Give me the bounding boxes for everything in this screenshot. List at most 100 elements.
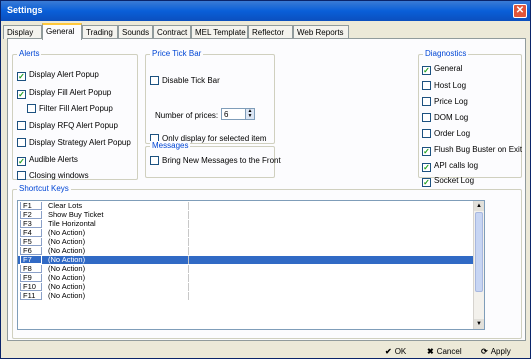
closing-windows-checkbox[interactable]: Closing windows bbox=[17, 170, 89, 182]
scroll-down-icon[interactable]: ▼ bbox=[474, 319, 484, 329]
shortcut-key-cell: F10 bbox=[20, 283, 42, 291]
bring-new-messages-front-checkbox[interactable]: Bring New Messages to the Front bbox=[150, 155, 281, 167]
diag-order-log-checkbox[interactable]: Order Log bbox=[422, 128, 470, 140]
shortcut-action-cell: (No Action) bbox=[46, 238, 189, 246]
shortcut-action-cell: Show Buy Ticket bbox=[46, 211, 189, 219]
checkbox-label: Order Log bbox=[434, 129, 471, 138]
shortcut-keys-group: Shortcut Keys F1 Clear Lots F2 Show Buy Ti… bbox=[12, 184, 522, 339]
tab-display[interactable]: Display bbox=[3, 25, 42, 39]
shortcut-key-cell: F6 bbox=[20, 247, 42, 255]
messages-group: Messages Bring New Messages to the Front bbox=[145, 141, 281, 178]
diag-socket-log-checkbox[interactable]: ✓ Socket Log bbox=[422, 175, 474, 187]
shortcut-action-cell: Tile Horizontal bbox=[46, 220, 189, 228]
diag-flush-bug-buster-checkbox[interactable]: ✓ Flush Bug Buster on Exit bbox=[422, 144, 522, 156]
messages-legend: Messages bbox=[150, 141, 191, 150]
scroll-up-icon[interactable]: ▲ bbox=[474, 201, 484, 211]
shortcut-action-cell: (No Action) bbox=[46, 265, 189, 273]
shortcut-action-cell: (No Action) bbox=[46, 283, 189, 291]
vertical-scrollbar[interactable]: ▲ ▼ bbox=[473, 201, 484, 329]
general-tab-panel: Alerts ✓ Display Alert Popup ✓ Display Fil… bbox=[7, 38, 526, 341]
ok-button[interactable]: ✔ OK bbox=[385, 346, 406, 358]
table-row[interactable]: F1 Clear Lots bbox=[18, 202, 483, 210]
checkbox-icon bbox=[422, 81, 431, 90]
checkbox-checked-icon: ✓ bbox=[422, 147, 431, 156]
display-fill-alert-popup-checkbox[interactable]: ✓ Display Fill Alert Popup bbox=[17, 87, 111, 99]
diag-general-checkbox[interactable]: ✓ General bbox=[422, 63, 462, 75]
checkbox-label: Display Strategy Alert Popup bbox=[29, 138, 131, 147]
checkbox-label: DOM Log bbox=[434, 113, 469, 122]
tab-contract[interactable]: Contract bbox=[153, 25, 191, 39]
audible-alerts-checkbox[interactable]: ✓ Audible Alerts bbox=[17, 154, 78, 166]
checkbox-icon bbox=[422, 113, 431, 122]
title-bar[interactable]: Settings ✕ bbox=[1, 1, 530, 21]
checkbox-label: General bbox=[434, 64, 463, 73]
checkbox-label: Filter Fill Alert Popup bbox=[39, 104, 113, 113]
shortcut-action-cell: (No Action) bbox=[46, 256, 189, 264]
shortcut-key-cell: F5 bbox=[20, 238, 42, 246]
table-row[interactable]: F6 (No Action) bbox=[18, 247, 483, 255]
display-strategy-alert-popup-checkbox[interactable]: Display Strategy Alert Popup bbox=[17, 137, 131, 149]
display-alert-popup-checkbox[interactable]: ✓ Display Alert Popup bbox=[17, 69, 99, 81]
table-row-selected[interactable]: F7 (No Action) bbox=[18, 256, 483, 264]
checkbox-label: Socket Log bbox=[434, 176, 475, 185]
checkbox-icon bbox=[17, 171, 26, 180]
table-row[interactable]: F4 (No Action) bbox=[18, 229, 483, 237]
alerts-legend: Alerts bbox=[17, 49, 42, 58]
diag-dom-log-checkbox[interactable]: DOM Log bbox=[422, 112, 468, 124]
alerts-group: Alerts ✓ Display Alert Popup ✓ Display Fil… bbox=[12, 49, 138, 182]
number-of-prices-stepper[interactable]: 6 ▲ ▼ bbox=[221, 108, 255, 120]
diag-api-calls-log-checkbox[interactable]: ✓ API calls log bbox=[422, 160, 478, 172]
checkbox-label: Closing windows bbox=[29, 171, 89, 180]
filter-fill-alert-popup-checkbox[interactable]: Filter Fill Alert Popup bbox=[27, 103, 113, 115]
checkbox-icon bbox=[17, 138, 26, 147]
shortcut-action-cell: (No Action) bbox=[46, 292, 189, 300]
diag-host-log-checkbox[interactable]: Host Log bbox=[422, 80, 466, 92]
diag-price-log-checkbox[interactable]: Price Log bbox=[422, 96, 468, 108]
shortcut-action-cell: (No Action) bbox=[46, 229, 189, 237]
apply-button[interactable]: ⟳ Apply bbox=[481, 346, 511, 358]
shortcut-key-cell: F4 bbox=[20, 229, 42, 237]
cancel-label: Cancel bbox=[436, 347, 462, 356]
shortcut-key-cell: F2 bbox=[20, 211, 42, 219]
disable-tick-bar-checkbox[interactable]: Disable Tick Bar bbox=[150, 75, 220, 87]
shortcut-keys-legend: Shortcut Keys bbox=[17, 184, 71, 193]
table-row[interactable]: F9 (No Action) bbox=[18, 274, 483, 282]
table-row[interactable]: F8 (No Action) bbox=[18, 265, 483, 273]
scroll-thumb[interactable] bbox=[475, 212, 483, 292]
table-row[interactable]: F11 (No Action) bbox=[18, 292, 483, 300]
shortcut-key-cell: F11 bbox=[20, 292, 42, 300]
checkbox-icon bbox=[150, 76, 159, 85]
table-row[interactable]: F10 (No Action) bbox=[18, 283, 483, 291]
settings-window: Settings ✕ Display General Trading Sound… bbox=[0, 0, 531, 359]
spin-down-icon[interactable]: ▼ bbox=[245, 114, 254, 119]
display-rfq-alert-popup-checkbox[interactable]: Display RFQ Alert Popup bbox=[17, 120, 118, 132]
checkbox-checked-icon: ✓ bbox=[422, 66, 431, 75]
checkbox-icon bbox=[422, 97, 431, 106]
checkbox-checked-icon: ✓ bbox=[17, 72, 26, 81]
shortcut-key-cell: F1 bbox=[20, 202, 42, 210]
shortcut-key-cell: F3 bbox=[20, 220, 42, 228]
checkbox-label: API calls log bbox=[434, 161, 479, 170]
tab-mel-template[interactable]: MEL Template bbox=[191, 25, 248, 39]
checkbox-label: Audible Alerts bbox=[29, 155, 78, 164]
tab-trading[interactable]: Trading bbox=[82, 25, 118, 39]
table-row[interactable]: F2 Show Buy Ticket bbox=[18, 211, 483, 219]
checkbox-label: Host Log bbox=[434, 81, 467, 90]
checkbox-checked-icon: ✓ bbox=[422, 163, 431, 172]
checkbox-label: Display Fill Alert Popup bbox=[29, 88, 112, 97]
shortcut-action-cell: Clear Lots bbox=[46, 202, 189, 210]
table-row[interactable]: F3 Tile Horizontal bbox=[18, 220, 483, 228]
tab-sounds[interactable]: Sounds bbox=[118, 25, 153, 39]
checkbox-checked-icon: ✓ bbox=[422, 178, 431, 187]
close-button[interactable]: ✕ bbox=[513, 4, 527, 18]
tab-reflector[interactable]: Reflector bbox=[248, 25, 293, 39]
shortcut-keys-table: F1 Clear Lots F2 Show Buy Ticket F3 Tile Ho… bbox=[17, 200, 485, 330]
tab-general[interactable]: General bbox=[42, 23, 82, 40]
cancel-button[interactable]: ✖ Cancel bbox=[427, 346, 462, 358]
checkbox-icon bbox=[422, 129, 431, 138]
x-icon: ✖ bbox=[427, 347, 434, 356]
checkmark-icon: ✔ bbox=[385, 347, 392, 356]
close-icon: ✕ bbox=[515, 5, 525, 16]
table-row[interactable]: F5 (No Action) bbox=[18, 238, 483, 246]
tab-web-reports[interactable]: Web Reports bbox=[293, 25, 349, 39]
